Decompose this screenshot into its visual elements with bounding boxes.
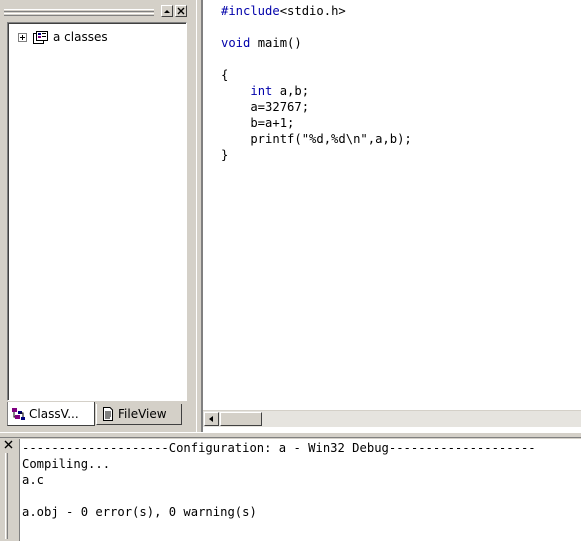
close-icon[interactable] — [175, 5, 187, 17]
code-line[interactable]: int a,b; — [221, 83, 412, 99]
code-line[interactable]: a=32767; — [221, 99, 412, 115]
code-token: <stdio.h> — [279, 4, 346, 18]
horizontal-scrollbar[interactable] — [203, 410, 581, 427]
tab-fileview[interactable]: FileView — [96, 404, 182, 425]
scroll-left-icon[interactable] — [204, 412, 219, 426]
output-line: Compiling... — [22, 457, 111, 471]
code-keyword: void — [221, 36, 251, 50]
class-tree[interactable]: a classes — [7, 22, 187, 401]
fileview-icon — [101, 407, 115, 421]
code-line[interactable]: { — [221, 67, 412, 83]
code-line[interactable] — [221, 19, 412, 35]
code-line[interactable]: } — [221, 147, 412, 163]
ide-window: a classes ClassV... FileView #include<st… — [0, 0, 581, 541]
workspace-header — [0, 4, 190, 20]
build-output[interactable]: --------------------Configuration: a - W… — [19, 439, 581, 541]
workspace-tabs: ClassV... FileView — [7, 402, 189, 428]
code-line[interactable]: #include<stdio.h> — [221, 3, 412, 19]
grip-bar[interactable] — [5, 453, 8, 539]
code-keyword: int — [250, 84, 273, 98]
code-token: a,b; — [272, 84, 310, 98]
output-pane: --------------------Configuration: a - W… — [0, 438, 581, 541]
output-line: --------------------Configuration: a - W… — [22, 441, 536, 455]
tab-classview[interactable]: ClassV... — [7, 402, 95, 426]
code-line[interactable]: b=a+1; — [221, 115, 412, 131]
tree-item-label: a classes — [53, 30, 108, 44]
code-token: maim() — [250, 36, 302, 50]
workspace-pane: a classes ClassV... FileView — [0, 0, 196, 432]
tree-item-classes[interactable]: a classes — [18, 29, 108, 45]
editor-margin[interactable] — [203, 0, 219, 410]
grip-line[interactable] — [4, 13, 154, 16]
class-folder-icon — [33, 30, 48, 44]
tab-fileview-label: FileView — [118, 407, 167, 421]
code-token: printf("%d,%d\n",a,b); — [221, 132, 412, 146]
code-token: b=a+1; — [221, 116, 295, 130]
code-text[interactable]: #include<stdio.h> void maim() { int a,b;… — [221, 3, 412, 163]
tab-classview-label: ClassV... — [29, 406, 79, 421]
code-line[interactable] — [221, 51, 412, 67]
classview-icon — [12, 407, 26, 421]
output-line: a.c — [22, 473, 45, 487]
code-token: } — [221, 148, 229, 162]
scrollbar-thumb[interactable] — [220, 412, 262, 426]
grip-line[interactable] — [4, 9, 154, 12]
code-line[interactable]: printf("%d,%d\n",a,b); — [221, 131, 412, 147]
build-output-text: --------------------Configuration: a - W… — [22, 440, 536, 520]
code-line[interactable]: void maim() — [221, 35, 412, 51]
code-token: { — [221, 68, 229, 82]
output-line: a.obj - 0 error(s), 0 warning(s) — [22, 505, 257, 519]
close-icon[interactable] — [3, 439, 14, 450]
code-editor[interactable]: #include<stdio.h> void maim() { int a,b;… — [202, 0, 581, 432]
expand-icon[interactable] — [18, 32, 27, 42]
restore-icon[interactable] — [161, 5, 173, 17]
code-keyword: #include — [221, 4, 280, 18]
code-token: a=32767; — [221, 100, 310, 114]
